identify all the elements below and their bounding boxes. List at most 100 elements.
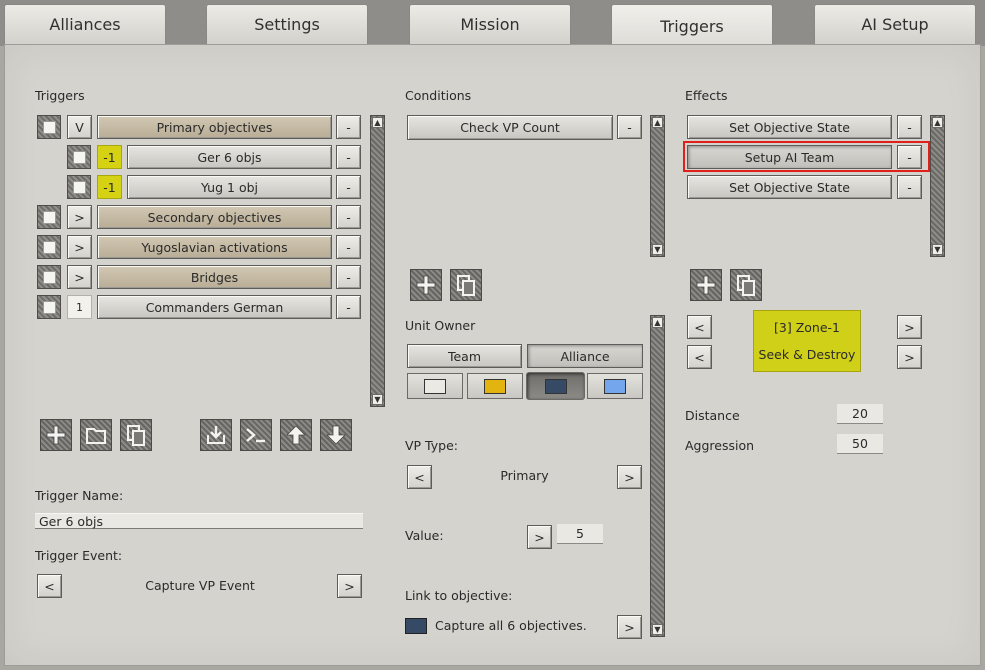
conditions-scrollbar[interactable]: ▲ ▼ bbox=[650, 115, 665, 257]
triggers-scrollbar[interactable]: ▲ ▼ bbox=[370, 115, 385, 407]
triggers-header: Triggers bbox=[35, 88, 85, 103]
remove-condition-button[interactable]: - bbox=[617, 115, 642, 139]
remove-trigger-button[interactable]: - bbox=[336, 115, 361, 139]
owner-swatch-yellow[interactable] bbox=[467, 373, 523, 399]
remove-trigger-button[interactable]: - bbox=[336, 265, 361, 289]
trigger-item-commanders-german[interactable]: Commanders German bbox=[97, 295, 332, 319]
console-icon[interactable] bbox=[240, 419, 272, 451]
remove-trigger-button[interactable]: - bbox=[336, 175, 361, 199]
zone-next-button[interactable]: > bbox=[897, 315, 922, 339]
remove-effect-button[interactable]: - bbox=[897, 175, 922, 199]
copy-icon[interactable] bbox=[450, 269, 482, 301]
link-objective-value: Capture all 6 objectives. bbox=[435, 618, 587, 633]
order-next-button[interactable]: > bbox=[897, 345, 922, 369]
add-icon[interactable] bbox=[40, 419, 72, 451]
value-increment-button[interactable]: > bbox=[527, 525, 552, 549]
remove-trigger-button[interactable]: - bbox=[336, 205, 361, 229]
trigger-checkbox[interactable] bbox=[37, 205, 61, 229]
unit-owner-label: Unit Owner bbox=[405, 318, 476, 333]
value-input[interactable]: 5 bbox=[557, 524, 603, 544]
tab-label: Settings bbox=[254, 15, 320, 34]
trigger-checkbox[interactable] bbox=[37, 235, 61, 259]
vp-type-next-button[interactable]: > bbox=[617, 465, 642, 489]
folder-icon[interactable] bbox=[80, 419, 112, 451]
trigger-item-yugoslavian-activations[interactable]: Yugoslavian activations bbox=[97, 235, 332, 259]
tab-bar: Alliances Settings Mission Triggers AI S… bbox=[0, 0, 985, 48]
conditions-params-scrollbar[interactable]: ▲ ▼ bbox=[650, 315, 665, 637]
scroll-down-arrow[interactable]: ▼ bbox=[372, 394, 383, 405]
trigger-checkbox[interactable] bbox=[37, 295, 61, 319]
expand-toggle[interactable]: > bbox=[67, 265, 92, 289]
tab-label: Triggers bbox=[660, 17, 724, 36]
vp-type-prev-button[interactable]: < bbox=[407, 465, 432, 489]
scroll-up-arrow[interactable]: ▲ bbox=[652, 317, 663, 328]
move-up-icon[interactable] bbox=[280, 419, 312, 451]
trigger-order-badge[interactable]: -1 bbox=[97, 175, 122, 199]
scroll-up-arrow[interactable]: ▲ bbox=[372, 117, 383, 128]
tab-label: AI Setup bbox=[861, 15, 929, 34]
selection-highlight bbox=[683, 141, 930, 172]
add-icon[interactable] bbox=[410, 269, 442, 301]
vp-type-label: VP Type: bbox=[405, 438, 458, 453]
ai-team-tooltip: [3] Zone-1 Seek & Destroy bbox=[753, 310, 861, 372]
trigger-checkbox[interactable] bbox=[67, 145, 91, 169]
copy-icon[interactable] bbox=[730, 269, 762, 301]
remove-trigger-button[interactable]: - bbox=[336, 295, 361, 319]
owner-swatch-white[interactable] bbox=[407, 373, 463, 399]
add-icon[interactable] bbox=[690, 269, 722, 301]
aggression-input[interactable]: 50 bbox=[837, 434, 883, 454]
trigger-checkbox[interactable] bbox=[67, 175, 91, 199]
effect-item-set-objective-state[interactable]: Set Objective State bbox=[687, 175, 892, 199]
remove-trigger-button[interactable]: - bbox=[336, 145, 361, 169]
trigger-item-bridges[interactable]: Bridges bbox=[97, 265, 332, 289]
condition-item-check-vp-count[interactable]: Check VP Count bbox=[407, 115, 613, 140]
trigger-order-badge[interactable]: 1 bbox=[67, 295, 92, 319]
distance-input[interactable]: 20 bbox=[837, 404, 883, 424]
expand-toggle[interactable]: > bbox=[67, 205, 92, 229]
zone-prev-button[interactable]: < bbox=[687, 315, 712, 339]
tab-triggers[interactable]: Triggers bbox=[611, 4, 773, 48]
order-prev-button[interactable]: < bbox=[687, 345, 712, 369]
expand-toggle[interactable]: > bbox=[67, 235, 92, 259]
scroll-up-arrow[interactable]: ▲ bbox=[652, 117, 663, 128]
tab-alliances[interactable]: Alliances bbox=[4, 4, 166, 44]
tab-label: Mission bbox=[460, 15, 520, 34]
move-down-icon[interactable] bbox=[320, 419, 352, 451]
swatch-color bbox=[544, 378, 567, 394]
effect-item-set-objective-state[interactable]: Set Objective State bbox=[687, 115, 892, 139]
trigger-name-label: Trigger Name: bbox=[35, 488, 124, 503]
objective-color-swatch bbox=[405, 618, 427, 634]
import-icon[interactable] bbox=[200, 419, 232, 451]
scroll-down-arrow[interactable]: ▼ bbox=[652, 624, 663, 635]
event-next-button[interactable]: > bbox=[337, 574, 362, 598]
trigger-checkbox[interactable] bbox=[37, 265, 61, 289]
link-objective-next-button[interactable]: > bbox=[617, 615, 642, 639]
trigger-item-ger-6-objs[interactable]: Ger 6 objs bbox=[127, 145, 332, 169]
trigger-item-yug-1-obj[interactable]: Yug 1 obj bbox=[127, 175, 332, 199]
tab-mission[interactable]: Mission bbox=[409, 4, 571, 44]
trigger-name-input[interactable]: Ger 6 objs bbox=[35, 513, 363, 529]
trigger-order-badge[interactable]: -1 bbox=[97, 145, 122, 169]
order-value: Seek & Destroy bbox=[758, 347, 856, 362]
remove-trigger-button[interactable]: - bbox=[336, 235, 361, 259]
owner-swatch-navy[interactable] bbox=[526, 372, 585, 400]
scroll-down-arrow[interactable]: ▼ bbox=[652, 244, 663, 255]
trigger-checkbox[interactable] bbox=[37, 115, 61, 139]
remove-effect-button[interactable]: - bbox=[897, 115, 922, 139]
tab-settings[interactable]: Settings bbox=[206, 4, 368, 44]
event-prev-button[interactable]: < bbox=[37, 574, 62, 598]
scroll-down-arrow[interactable]: ▼ bbox=[932, 244, 943, 255]
scroll-up-arrow[interactable]: ▲ bbox=[932, 117, 943, 128]
tab-ai-setup[interactable]: AI Setup bbox=[814, 4, 976, 44]
aggression-label: Aggression bbox=[685, 438, 755, 453]
effects-scrollbar[interactable]: ▲ ▼ bbox=[930, 115, 945, 257]
swatch-color bbox=[604, 378, 626, 394]
swatch-color bbox=[424, 378, 446, 394]
trigger-item-secondary-objectives[interactable]: Secondary objectives bbox=[97, 205, 332, 229]
team-button[interactable]: Team bbox=[407, 344, 522, 368]
owner-swatch-blue[interactable] bbox=[587, 373, 643, 399]
alliance-button[interactable]: Alliance bbox=[527, 344, 643, 368]
expand-toggle[interactable]: V bbox=[67, 115, 92, 139]
trigger-item-primary-objectives[interactable]: Primary objectives bbox=[97, 115, 332, 139]
copy-icon[interactable] bbox=[120, 419, 152, 451]
